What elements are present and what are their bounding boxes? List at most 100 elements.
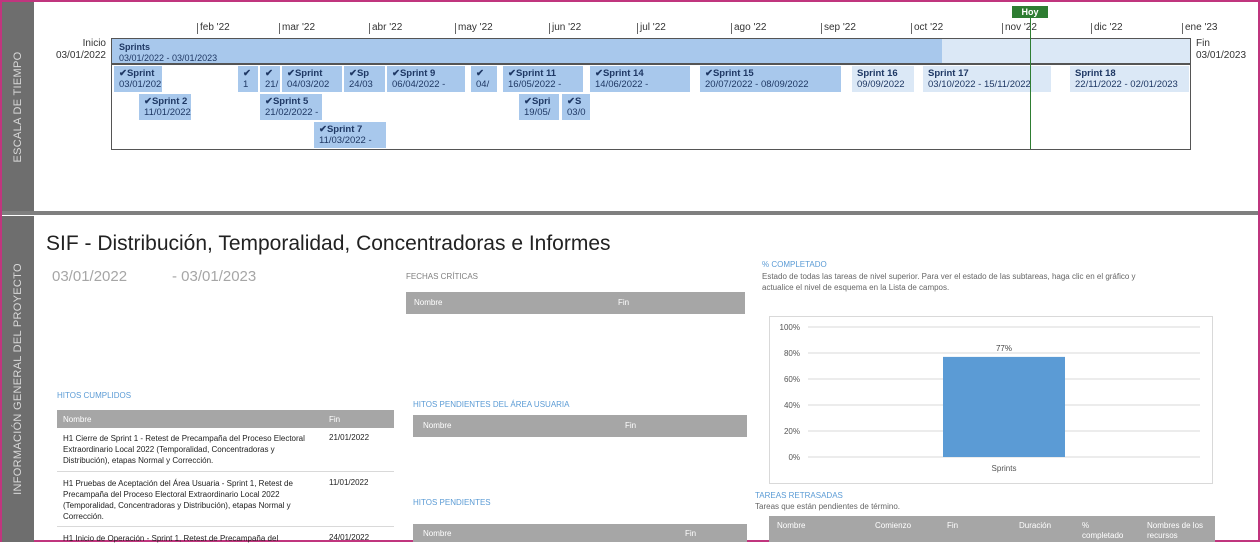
timeline-task[interactable]: Sprint 18 22/11/2022 - 02/01/2023 xyxy=(1070,66,1189,92)
task-dates: 21/ xyxy=(265,79,279,90)
y-tick-label: 100% xyxy=(780,323,800,332)
column-header-end: Fin xyxy=(685,529,697,538)
timeline-task[interactable]: ✔S 03/0 xyxy=(562,94,590,120)
milestone-name: H1 Cierre de Sprint 1 - Retest de Precam… xyxy=(63,434,305,465)
project-title: SIF - Distribución, Temporalidad, Concen… xyxy=(46,232,611,255)
task-title: ✔Sprint xyxy=(119,68,155,79)
month-label: jul '22 xyxy=(637,22,666,34)
task-dates: 06/04/2022 - xyxy=(392,79,446,90)
task-title: Sprint 18 xyxy=(1075,68,1116,79)
timeline-task[interactable]: ✔Sprint 5 21/02/2022 - xyxy=(260,94,322,120)
month-label: oct '22 xyxy=(910,22,944,34)
task-dates: 03/10/2022 - 15/11/2022 xyxy=(928,79,1031,90)
milestone-end: 24/01/2022 xyxy=(329,533,370,542)
y-tick-label: 20% xyxy=(784,427,800,436)
milestone-end: 11/01/2022 xyxy=(329,478,369,487)
task-dates: 03/0 xyxy=(567,107,586,118)
project-end-date: - 03/01/2023 xyxy=(172,268,257,285)
critical-dates-heading: FECHAS CRÍTICAS xyxy=(406,272,479,281)
month-label: dic '22 xyxy=(1091,22,1123,34)
task-title: ✔Sprint 5 xyxy=(265,96,309,107)
y-tick-label: 80% xyxy=(784,349,800,358)
table-row[interactable]: H1 Cierre de Sprint 1 - Retest de Precam… xyxy=(57,428,394,472)
timeline-task[interactable]: ✔Sprint 15 20/07/2022 - 08/09/2022 xyxy=(700,66,841,92)
task-dates: 09/09/2022 xyxy=(857,79,905,90)
timeline-task[interactable]: ✔ 04/ xyxy=(471,66,497,92)
completed-milestones-table-header: Nombre Fin xyxy=(57,410,394,428)
month-label: nov '22 xyxy=(1002,22,1037,34)
y-tick-label: 60% xyxy=(784,375,800,384)
column-header-end: Fin xyxy=(329,415,341,424)
timeline-task[interactable]: ✔Sprint 11 16/05/2022 - xyxy=(503,66,583,92)
late-tasks-description: Tareas que están pendientes de término. xyxy=(755,502,900,511)
task-title: ✔ xyxy=(265,68,273,79)
month-label: mar '22 xyxy=(278,22,316,34)
column-header-name: Nombre xyxy=(414,298,443,307)
late-tasks-heading: TAREAS RETRASADAS xyxy=(755,491,843,500)
task-title: ✔Sprint 2 xyxy=(144,96,188,107)
pending-milestones-table-header: Nombre Fin xyxy=(413,524,747,542)
task-dates: 14/06/2022 - xyxy=(595,79,649,90)
timeline-task[interactable]: ✔ 21/ xyxy=(260,66,280,92)
timeline-section-text: ESCALA DE TIEMPO xyxy=(12,51,24,163)
timeline-task[interactable]: ✔Sprint 03/01/202 xyxy=(114,66,162,92)
completion-heading: % COMPLETADO xyxy=(762,260,827,269)
month-label: jun '22 xyxy=(548,22,582,34)
timeline-end: Fin 03/01/2023 xyxy=(1196,38,1246,62)
today-line xyxy=(1030,18,1031,149)
completion-description: Estado de todas las tareas de nivel supe… xyxy=(762,272,1136,292)
completed-milestones-heading: HITOS CUMPLIDOS xyxy=(57,391,132,400)
milestone-name: H1 Inicio de Operación - Sprint 1, Retes… xyxy=(63,534,279,543)
task-dates: 22/11/2022 - 02/01/2023 xyxy=(1075,79,1178,90)
completion-chart[interactable]: 0% 20% 40% 60% 80% 100% 77% Sprints xyxy=(769,316,1213,484)
timeline-task[interactable]: ✔Sp 24/03 xyxy=(344,66,385,92)
pending-milestones-heading: HITOS PENDIENTES xyxy=(413,498,491,507)
timeline-task[interactable]: ✔Sprint 14 14/06/2022 - xyxy=(590,66,690,92)
project-section-text: INFORMACIÓN GENERAL DEL PROYECTO xyxy=(12,263,24,495)
month-label: ene '23 xyxy=(1182,22,1218,34)
column-header-end: Fin xyxy=(947,521,959,530)
bar xyxy=(943,356,1065,457)
timeline-task[interactable]: ✔Sprint 04/03/202 xyxy=(282,66,342,92)
task-title: ✔Sprint 15 xyxy=(705,68,754,79)
sprints-summary-title: Sprints xyxy=(119,42,151,52)
task-title: ✔Spri xyxy=(524,96,551,107)
timeline-task[interactable]: ✔ 1 xyxy=(238,66,258,92)
column-header-name: Nombre xyxy=(63,415,92,424)
timeline-section-label: ESCALA DE TIEMPO xyxy=(2,2,34,212)
task-dates: 11/01/2022 - xyxy=(144,107,191,118)
task-dates: 1 xyxy=(243,79,249,90)
section-divider xyxy=(2,211,1258,215)
timeline-task[interactable]: ✔Sprint 7 11/03/2022 - xyxy=(314,122,386,148)
timeline-end-date: 03/01/2023 xyxy=(1196,50,1247,61)
table-row[interactable]: H1 Inicio de Operación - Sprint 1, Retes… xyxy=(57,528,394,543)
timeline-task[interactable]: ✔Sprint 9 06/04/2022 - xyxy=(387,66,465,92)
column-header-duration: Duración xyxy=(1019,521,1052,530)
table-row[interactable]: H1 Pruebas de Aceptación del Área Usuari… xyxy=(57,473,394,527)
column-header-name: Nombre xyxy=(423,421,452,430)
today-marker: Hoy xyxy=(1012,6,1048,18)
month-label: ago '22 xyxy=(731,22,767,34)
month-label: abr '22 xyxy=(368,22,403,34)
task-title: ✔Sprint 7 xyxy=(319,124,363,135)
month-label: sep '22 xyxy=(821,22,856,34)
task-dates: 20/07/2022 - 08/09/2022 xyxy=(705,79,809,90)
sprints-summary-dates: 03/01/2022 - 03/01/2023 xyxy=(119,53,218,63)
late-tasks-table-header: Nombre Comienzo Fin Duración % completad… xyxy=(769,516,1215,542)
y-tick-label: 0% xyxy=(788,453,800,462)
month-label: may '22 xyxy=(455,22,493,34)
task-dates: 19/05/ xyxy=(524,107,551,118)
task-title: ✔S xyxy=(567,96,582,107)
column-header-end: Fin xyxy=(625,421,637,430)
timeline-start: Inicio 03/01/2022 xyxy=(40,38,106,62)
task-title: ✔Sprint 11 xyxy=(508,68,557,79)
timeline-task[interactable]: ✔Sprint 2 11/01/2022 - xyxy=(139,94,191,120)
task-dates: 03/01/202 xyxy=(119,79,162,90)
critical-dates-table-header: Nombre Fin xyxy=(406,292,745,314)
timeline-task[interactable]: Sprint 17 03/10/2022 - 15/11/2022 xyxy=(923,66,1051,92)
month-label: feb '22 xyxy=(197,22,230,34)
task-title: ✔ xyxy=(476,68,484,79)
sprints-summary-bar[interactable]: Sprints 03/01/2022 - 03/01/2023 xyxy=(111,38,942,64)
timeline-task[interactable]: ✔Spri 19/05/ xyxy=(519,94,559,120)
timeline-task[interactable]: Sprint 16 09/09/2022 xyxy=(852,66,914,92)
